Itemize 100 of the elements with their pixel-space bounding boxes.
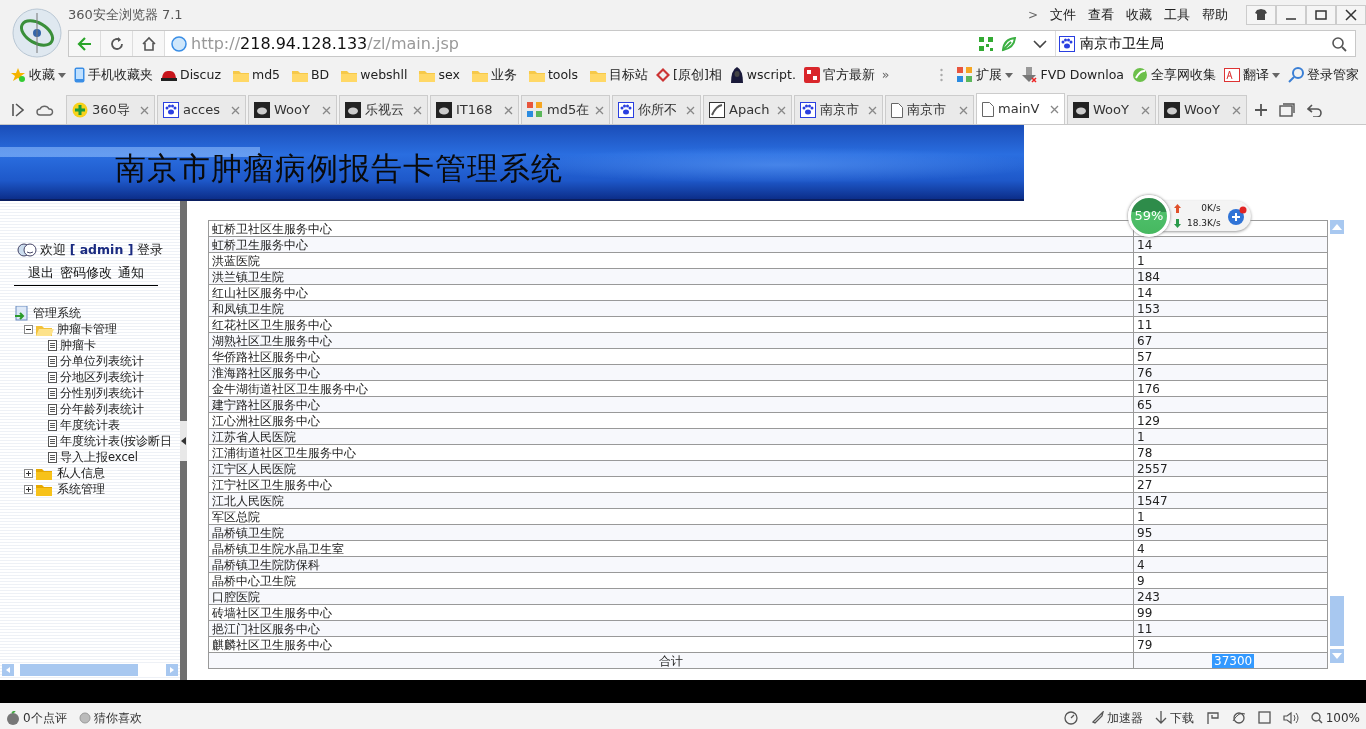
table-cell: 14 bbox=[1133, 284, 1328, 301]
tree-item[interactable]: 肿瘤卡管理 bbox=[57, 320, 117, 339]
browser-tab[interactable]: WooY bbox=[1067, 95, 1156, 124]
folder-icon bbox=[590, 68, 607, 82]
speedometer-icon[interactable] bbox=[1063, 710, 1078, 725]
status-button[interactable]: 加速器 bbox=[1106, 708, 1143, 727]
bookmark-label[interactable]: 登录管家 bbox=[1307, 65, 1359, 85]
zoom-level[interactable]: 100% bbox=[1325, 708, 1360, 727]
tree-item[interactable]: 分年龄列表统计 bbox=[60, 400, 144, 419]
table-cell: 砖墙社区卫生服务中心 bbox=[208, 604, 1134, 621]
table-cell: 江浦街道社区卫生服务中心 bbox=[208, 444, 1134, 461]
hooded-figure-icon bbox=[729, 67, 744, 83]
tree-item[interactable]: 管理系统 bbox=[33, 305, 81, 323]
browser-tab[interactable]: acces bbox=[157, 95, 246, 124]
browser-tab[interactable]: 南京市 bbox=[794, 95, 883, 124]
skin-icon[interactable] bbox=[1253, 7, 1269, 23]
window-icon[interactable] bbox=[1257, 711, 1271, 724]
bookmark-label[interactable]: 目标站 bbox=[609, 65, 649, 85]
paw-icon bbox=[163, 102, 179, 118]
menu-item[interactable]: 收藏 bbox=[1126, 5, 1152, 25]
ie-icon[interactable] bbox=[1231, 710, 1246, 725]
table-cell: 麒麟社区卫生服务中心 bbox=[208, 636, 1134, 653]
browser-tab[interactable]: mainV bbox=[976, 93, 1065, 124]
tree-item[interactable]: 肿瘤卡 bbox=[60, 336, 96, 355]
cloud-icon[interactable] bbox=[36, 103, 54, 116]
paw-icon bbox=[618, 102, 634, 118]
table-cell: 红花社区卫生服务中心 bbox=[208, 316, 1134, 333]
horizontal-scrollbar[interactable] bbox=[2, 663, 178, 677]
smiley-icon bbox=[16, 243, 37, 258]
flag-icon[interactable] bbox=[1205, 710, 1220, 725]
more-chevron-icon[interactable]: » bbox=[881, 65, 890, 85]
status-link[interactable]: 0个点评 bbox=[23, 708, 67, 727]
menu-item[interactable]: 查看 bbox=[1088, 5, 1114, 25]
header-link[interactable]: 密码修改 bbox=[60, 263, 112, 283]
bookmark-label[interactable]: 扩展 bbox=[976, 65, 1003, 85]
maximize-icon[interactable] bbox=[1313, 7, 1329, 23]
menu-item[interactable]: 帮助 bbox=[1202, 5, 1228, 25]
bookmark-label[interactable]: sex bbox=[438, 65, 460, 85]
bookmark-label[interactable]: FVD Downloa bbox=[1040, 65, 1124, 85]
bookmark-label[interactable]: 官方最新 bbox=[822, 65, 875, 85]
paw-icon bbox=[800, 102, 816, 118]
browser-tab[interactable]: 南京市 bbox=[885, 95, 974, 124]
chevron-icon[interactable]: > bbox=[1027, 6, 1038, 24]
browser-tab[interactable]: 你所不 bbox=[612, 95, 701, 124]
collapse-arrow-icon[interactable] bbox=[181, 436, 186, 445]
new-tab-icon[interactable] bbox=[1255, 103, 1267, 116]
folder-icon bbox=[292, 68, 309, 82]
bookmark-label[interactable]: 收藏 bbox=[29, 65, 55, 85]
folder-icon bbox=[341, 68, 358, 82]
tree-item[interactable]: 年度统计表 bbox=[60, 416, 120, 435]
tree-item[interactable]: 导入上报excel bbox=[60, 448, 139, 467]
bookmark-label[interactable]: webshll bbox=[360, 65, 408, 85]
bookmark-label[interactable]: 业务 bbox=[490, 65, 517, 85]
browser-tab[interactable]: 360导 bbox=[66, 95, 155, 124]
volume-icon[interactable] bbox=[1282, 710, 1299, 725]
collapse-icon[interactable] bbox=[24, 325, 33, 334]
table-cell: 79 bbox=[1133, 636, 1328, 653]
menu-item[interactable]: 工具 bbox=[1164, 5, 1190, 25]
add-icon[interactable] bbox=[1226, 206, 1247, 226]
header-link[interactable]: 退出 bbox=[28, 263, 54, 283]
header-link[interactable]: 通知 bbox=[118, 263, 144, 283]
tree-item[interactable]: 私人信息 bbox=[57, 464, 105, 483]
table-cell: 军区总院 bbox=[208, 508, 1134, 525]
browser-tab[interactable]: WooY bbox=[248, 95, 337, 124]
folder-icon bbox=[528, 68, 545, 82]
tree-item[interactable]: 年度统计表(按诊断日 bbox=[60, 432, 173, 451]
expand-icon[interactable] bbox=[24, 469, 33, 478]
status-link[interactable]: 猜你喜欢 bbox=[93, 708, 142, 727]
table-cell: 4 bbox=[1133, 540, 1328, 557]
table-cell: 洪蓝医院 bbox=[208, 252, 1134, 269]
bookmark-label[interactable]: 全享网收集 bbox=[1151, 65, 1216, 85]
bookmark-label[interactable]: tools bbox=[547, 65, 579, 85]
bookmark-label[interactable]: 翻译 bbox=[1243, 65, 1269, 85]
tree-item[interactable]: 系统管理 bbox=[57, 480, 105, 498]
close-icon[interactable] bbox=[1343, 7, 1359, 23]
splitter[interactable] bbox=[180, 201, 187, 680]
status-button[interactable]: 下载 bbox=[1169, 708, 1194, 727]
sidebar-toggle-icon[interactable] bbox=[12, 102, 24, 117]
bookmark-label[interactable]: Discuz bbox=[180, 65, 221, 85]
browser-tab[interactable]: md5在 bbox=[521, 95, 610, 124]
browser-tab[interactable]: 乐视云 bbox=[339, 95, 428, 124]
scrollbar-thumb[interactable] bbox=[20, 664, 138, 676]
browser-tab[interactable]: Apach bbox=[703, 95, 792, 124]
tab-list-icon[interactable] bbox=[1279, 102, 1295, 117]
bookmark-label[interactable]: BD bbox=[311, 65, 330, 85]
tree-item[interactable]: 分性别列表统计 bbox=[60, 384, 144, 403]
tree-item[interactable]: 分单位列表统计 bbox=[60, 352, 144, 371]
browser-tab[interactable]: IT168 bbox=[430, 95, 519, 124]
bookmark-label[interactable]: 手机收藏夹 bbox=[88, 65, 153, 85]
table-cell: 晶桥中心卫生院 bbox=[208, 572, 1134, 589]
menu-item[interactable]: 文件 bbox=[1050, 5, 1076, 25]
circle-icon bbox=[78, 711, 91, 724]
undo-icon[interactable] bbox=[1307, 102, 1323, 117]
bookmark-label[interactable]: md5 bbox=[251, 65, 281, 85]
expand-icon[interactable] bbox=[24, 485, 33, 494]
bookmark-label[interactable]: [原创]相 bbox=[673, 65, 722, 85]
scrollbar-thumb[interactable] bbox=[1330, 596, 1344, 646]
bookmark-label[interactable]: wscript. bbox=[746, 65, 796, 85]
browser-tab[interactable]: WooY bbox=[1158, 95, 1247, 124]
tree-item[interactable]: 分地区列表统计 bbox=[60, 368, 144, 387]
